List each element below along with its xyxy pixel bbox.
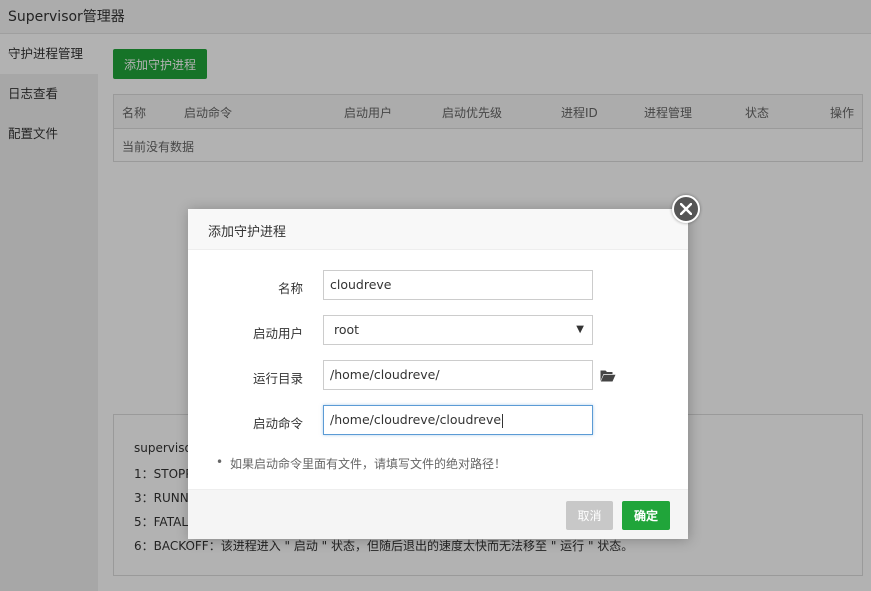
name-input[interactable]: cloudreve — [323, 270, 593, 300]
dir-input-value: /home/cloudreve/ — [330, 367, 440, 382]
dropdown-arrow-icon: ▼ — [576, 324, 584, 335]
path-note: • 如果启动命令里面有文件，请填写文件的绝对路径！ — [216, 455, 507, 472]
name-label: 名称 — [277, 281, 303, 296]
close-button[interactable] — [672, 195, 700, 223]
user-select[interactable]: root ▼ — [323, 315, 593, 345]
command-input[interactable]: /home/cloudreve/cloudreve — [323, 405, 593, 435]
dialog-footer: 取消 确定 — [188, 489, 688, 539]
dialog-title: 添加守护进程 — [208, 225, 287, 240]
dir-label: 运行目录 — [252, 371, 303, 386]
user-select-value: root — [334, 322, 360, 337]
bullet-icon: • — [216, 455, 224, 469]
command-label: 启动命令 — [252, 416, 303, 431]
dialog-header: 添加守护进程 — [188, 209, 688, 250]
confirm-button[interactable]: 确定 — [622, 501, 670, 530]
close-icon — [680, 203, 692, 215]
command-input-value: /home/cloudreve/cloudreve — [330, 412, 502, 427]
folder-open-icon[interactable] — [600, 369, 616, 382]
text-cursor — [502, 413, 504, 428]
path-note-text: 如果启动命令里面有文件，请填写文件的绝对路径！ — [230, 457, 507, 471]
add-process-dialog: 添加守护进程 名称 cloudreve 启动用户 root ▼ 运行目录 /ho… — [188, 195, 700, 539]
name-input-value: cloudreve — [330, 277, 392, 292]
user-label: 启动用户 — [252, 326, 303, 341]
dir-input[interactable]: /home/cloudreve/ — [323, 360, 593, 390]
cancel-button[interactable]: 取消 — [566, 501, 613, 530]
